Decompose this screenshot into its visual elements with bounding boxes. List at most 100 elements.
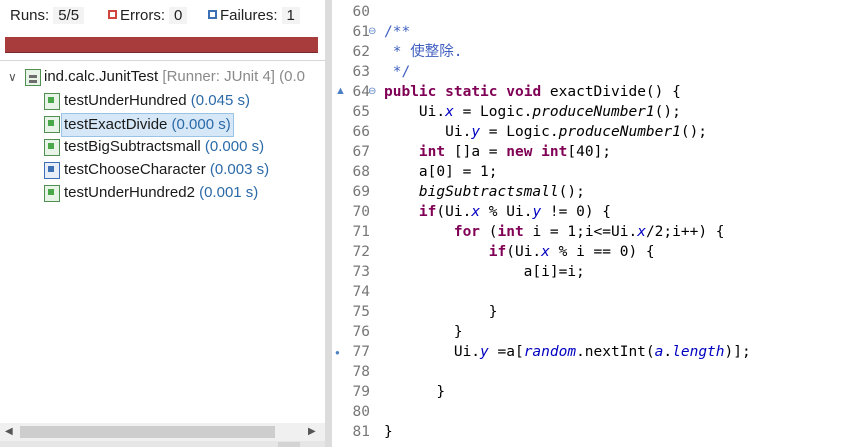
junit-panel: Runs: 5/5 Errors: 0 Failures: 1 ∨ ind.calc.… — [0, 0, 325, 447]
code-line[interactable]: 68 a[0] = 1; — [332, 162, 854, 182]
panel-bottom-strip — [0, 441, 325, 447]
code-line[interactable]: 74 — [332, 282, 854, 302]
code-text: a[i]=i; — [384, 264, 585, 280]
runs-label: Runs: — [10, 7, 50, 24]
code-line[interactable]: 61 ⊖ /** — [332, 22, 854, 42]
code-text: } — [384, 324, 463, 340]
errors-label: Errors: — [120, 7, 165, 24]
code-text: a[0] = 1; — [384, 164, 498, 180]
code-text: bigSubtractsmall(); — [418, 184, 585, 200]
code-line[interactable]: 70 if(Ui.x % Ui.y != 0) { — [332, 202, 854, 222]
test-suite-icon — [25, 69, 41, 86]
code-line[interactable]: 75 } — [332, 302, 854, 322]
code-text: int []a = new int[40]; — [418, 144, 612, 160]
line-number: 61 — [352, 24, 370, 40]
code-text: } — [384, 384, 446, 400]
line-number: 69 — [352, 184, 370, 200]
test-name: testUnderHundred — [64, 92, 187, 109]
test-node-label: testBigSubtractsmall (0.000 s) — [64, 136, 264, 158]
code-line[interactable]: 80 — [332, 402, 854, 422]
code-text: } — [384, 304, 498, 320]
line-number: 79 — [352, 384, 370, 400]
test-name: testUnderHundred2 — [64, 184, 195, 201]
code-line[interactable]: 81} — [332, 422, 854, 442]
divider — [0, 60, 325, 61]
code-line[interactable]: 77 ● Ui.y =a[random.nextInt(a.length)]; — [332, 342, 854, 362]
suite-name: ind.calc.JunitTest — [44, 68, 159, 85]
code-line[interactable]: 73 a[i]=i; — [332, 262, 854, 282]
test-passed-icon — [44, 139, 60, 156]
line-number: 72 — [352, 244, 370, 260]
failures-label: Failures: — [220, 7, 278, 24]
code-text: public static void exactDivide() { — [384, 84, 681, 100]
line-number: 71 — [352, 224, 370, 240]
error-icon — [108, 10, 117, 19]
suite-runner: [Runner: JUnit 4] (0.0 — [162, 68, 305, 85]
scroll-right-icon[interactable]: ▶ — [308, 423, 316, 441]
test-name: testChooseCharacter — [64, 161, 206, 178]
scrollbar-thumb[interactable] — [20, 426, 275, 438]
scroll-left-icon[interactable]: ◀ — [5, 423, 13, 441]
test-node-label: testChooseCharacter (0.003 s) — [64, 159, 269, 181]
mini-scroll[interactable] — [278, 442, 300, 447]
line-number: 78 — [352, 364, 370, 380]
code-line[interactable]: 79 } — [332, 382, 854, 402]
line-number: 80 — [352, 404, 370, 420]
occurrence-marker-icon: ● — [335, 348, 340, 357]
code-line[interactable]: 63 */ — [332, 62, 854, 82]
code-text: if(Ui.x % i == 0) { — [488, 244, 655, 260]
line-number: 66 — [352, 124, 370, 140]
test-failed-icon — [44, 162, 60, 179]
code-line[interactable]: 60 — [332, 2, 854, 22]
code-line[interactable]: 62 * 使整除. — [332, 42, 854, 62]
suite-label: ind.calc.JunitTest [Runner: JUnit 4] (0.… — [44, 66, 305, 88]
code-line[interactable]: 71 for (int i = 1;i<=Ui.x/2;i++) { — [332, 222, 854, 242]
line-number: 68 — [352, 164, 370, 180]
line-number: 70 — [352, 204, 370, 220]
runs-counter: Runs: 5/5 — [10, 7, 85, 24]
runs-value: 5/5 — [53, 7, 85, 24]
code-text: /** — [384, 24, 411, 40]
line-number: 74 — [352, 284, 370, 300]
line-number: 75 — [352, 304, 370, 320]
code-line[interactable]: 67 int []a = new int[40]; — [332, 142, 854, 162]
code-text: Ui.x = Logic.produceNumber1(); — [384, 104, 681, 120]
fold-collapse-icon[interactable]: ⊖ — [368, 26, 376, 38]
test-passed-icon — [44, 93, 60, 110]
errors-value: 0 — [169, 7, 188, 24]
code-text: } — [384, 424, 393, 440]
junit-counters: Runs: 5/5 Errors: 0 Failures: 1 — [0, 0, 325, 30]
test-name: testExactDivide — [64, 116, 168, 133]
line-number: 60 — [352, 4, 370, 20]
failures-value: 1 — [281, 7, 300, 24]
test-passed-icon — [44, 185, 60, 202]
code-line[interactable]: 65 Ui.x = Logic.produceNumber1(); — [332, 102, 854, 122]
line-number: 63 — [352, 64, 370, 80]
test-node-label: testExactDivide (0.000 s) — [61, 113, 234, 137]
code-text: */ — [384, 64, 411, 80]
panel-splitter[interactable] — [325, 0, 332, 447]
code-text: Ui.y = Logic.produceNumber1(); — [384, 124, 708, 140]
test-time: (0.003 s) — [209, 161, 270, 178]
chevron-down-icon[interactable]: ∨ — [8, 66, 17, 88]
line-number: 76 — [352, 324, 370, 340]
line-number: 67 — [352, 144, 370, 160]
code-text: if(Ui.x % Ui.y != 0) { — [418, 204, 612, 220]
code-editor[interactable]: 60 61 ⊖/** 62 * 使整除. 63 */64 ⊖ ▲ public static … — [332, 0, 854, 447]
horizontal-scrollbar[interactable]: ◀ ▶ — [0, 423, 325, 441]
code-line[interactable]: 64 ⊖ ▲ public static void exactDivide() { — [332, 82, 854, 102]
code-line[interactable]: 78 — [332, 362, 854, 382]
test-time: (0.000 s) — [204, 138, 265, 155]
code-line[interactable]: 66 Ui.y = Logic.produceNumber1(); — [332, 122, 854, 142]
code-line[interactable]: 69 bigSubtractsmall(); — [332, 182, 854, 202]
code-text: * 使整除. — [384, 44, 463, 60]
failure-icon — [208, 10, 217, 19]
code-text: for (int i = 1;i<=Ui.x/2;i++) { — [453, 224, 725, 240]
errors-counter: Errors: 0 — [108, 7, 188, 24]
code-line[interactable]: 72 if(Ui.x % i == 0) { — [332, 242, 854, 262]
test-node-label: testUnderHundred (0.045 s) — [64, 90, 250, 112]
fold-collapse-icon[interactable]: ⊖ — [368, 86, 376, 98]
line-number: 73 — [352, 264, 370, 280]
code-line[interactable]: 76 } — [332, 322, 854, 342]
failures-counter: Failures: 1 — [208, 7, 300, 24]
